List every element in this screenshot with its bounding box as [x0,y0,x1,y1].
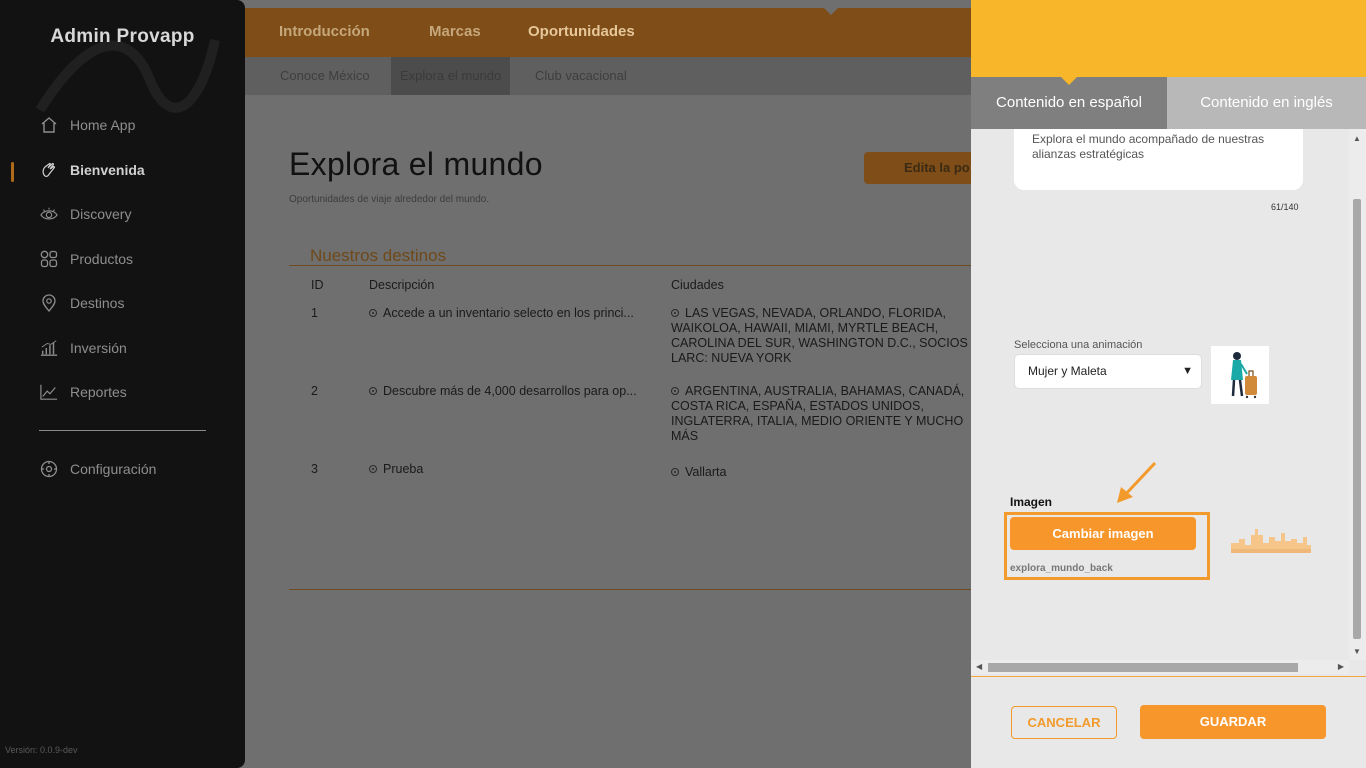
bar-chart-icon [40,339,58,357]
home-icon [40,116,58,134]
horizontal-scrollbar[interactable]: ◀ ▶ [971,660,1349,674]
sidebar-item-label: Destinos [70,295,125,312]
edit-panel: Contenido en español Contenido en inglés… [971,0,1366,768]
cell-descripcion-text: Accede a un inventario selecto en los pr… [383,306,634,320]
cell-id: 3 [311,462,318,476]
subtab-explora-el-mundo[interactable]: Explora el mundo [391,57,511,95]
tab-oportunidades[interactable]: Oportunidades [528,8,635,57]
cell-id: 1 [311,306,318,320]
sidebar: Admin Provapp Home App Bienvenida Discov… [0,0,245,768]
arrow-annotation-icon [1117,461,1157,503]
version-label: Versión: 0.0.9-dev [5,745,78,755]
tab-introduccion[interactable]: Introducción [279,8,370,57]
woman-with-suitcase-icon [1231,352,1257,399]
sidebar-item-destinos[interactable]: Destinos [0,281,245,326]
sidebar-divider [39,430,206,431]
tab-marcas[interactable]: Marcas [429,8,481,57]
skyline-image-preview [1231,529,1311,553]
sidebar-item-bienvenida[interactable]: Bienvenida [0,148,245,193]
subtab-conoce-mexico[interactable]: Conoce México [280,57,370,95]
chevron-down-icon: ▼ [1182,365,1193,377]
column-header-id: ID [311,278,324,292]
cell-ciudades: Vallarta [671,465,971,480]
section-divider [289,265,979,266]
sidebar-item-label: Home App [70,117,136,134]
section-title: Nuestros destinos [310,246,447,265]
animation-select[interactable]: Mujer y Maleta ▼ [1014,354,1202,389]
sidebar-item-configuracion[interactable]: Configuración [0,447,245,492]
sub-navigation: Conoce México Explora el mundo Club vaca… [245,57,975,95]
column-header-descripcion: Descripción [369,278,435,292]
sidebar-item-label: Discovery [70,206,132,223]
bullet-icon [369,465,377,473]
cell-ciudades-text: ARGENTINA, AUSTRALIA, BAHAMAS, CANADÁ, C… [671,384,965,443]
cell-ciudades: LAS VEGAS, NEVADA, ORLANDO, FLORIDA, WAI… [671,306,971,366]
active-tab-caret [823,7,839,15]
section-bottom-divider [289,589,979,590]
bullet-icon [671,468,679,476]
save-button[interactable]: GUARDAR [1140,705,1326,739]
cell-ciudades-text: Vallarta [685,465,727,479]
scroll-up-icon[interactable]: ▲ [1353,134,1361,143]
scroll-left-icon[interactable]: ◀ [976,662,982,671]
subtab-club-vacacional[interactable]: Club vacacional [535,57,627,95]
line-chart-icon [40,383,58,401]
vertical-scrollbar[interactable]: ▲ ▼ [1349,129,1366,660]
grid-icon [40,250,58,268]
page-subtitle: Oportunidades de viaje alrededor del mun… [289,194,490,205]
sidebar-item-home-app[interactable]: Home App [0,103,245,148]
tab-contenido-ingles[interactable]: Contenido en inglés [1167,77,1366,129]
bullet-icon [671,387,679,395]
page-title: Explora el mundo [289,146,543,182]
description-textarea[interactable]: Explora el mundo acompañado de nuestras … [1014,129,1303,190]
sidebar-item-label: Configuración [70,461,157,478]
cancel-button[interactable]: CANCELAR [1011,706,1117,739]
brand-title: Admin Provapp [50,26,195,47]
cell-descripcion-text: Prueba [383,462,424,476]
edit-page-button[interactable]: Edita la po [864,152,984,184]
gear-icon [40,460,58,478]
image-label: Imagen [1010,495,1053,509]
sidebar-item-discovery[interactable]: Discovery [0,192,245,237]
char-counter: 61/140 [1271,202,1299,212]
scroll-right-icon[interactable]: ▶ [1338,662,1344,671]
animation-select-value: Mujer y Maleta [1028,364,1107,378]
sidebar-item-productos[interactable]: Productos [0,237,245,282]
cell-descripcion: Descubre más de 4,000 desarrollos para o… [369,384,649,399]
sidebar-item-label: Bienvenida [70,161,145,178]
horizontal-scroll-thumb[interactable] [988,663,1298,672]
change-image-button[interactable]: Cambiar imagen [1010,517,1196,550]
sidebar-item-reportes[interactable]: Reportes [0,370,245,415]
cell-descripcion: Accede a un inventario selecto en los pr… [369,306,649,321]
bullet-icon [369,309,377,317]
sidebar-settings-group: Configuración [0,447,245,492]
scroll-down-icon[interactable]: ▼ [1353,647,1361,656]
cell-descripcion: Prueba [369,462,649,477]
hand-wave-icon [40,161,58,179]
top-navigation: Introducción Marcas Oportunidades [245,7,975,57]
bullet-icon [671,309,679,317]
location-pin-icon [40,294,58,313]
eye-icon [40,205,58,223]
sidebar-item-label: Productos [70,250,134,267]
cell-id: 2 [311,384,318,398]
cell-ciudades: ARGENTINA, AUSTRALIA, BAHAMAS, CANADÁ, C… [671,384,971,444]
language-tabs: Contenido en español Contenido en inglés [971,77,1366,129]
active-tab-caret [1061,77,1077,85]
sidebar-item-label: Reportes [70,384,127,401]
cell-ciudades-text: LAS VEGAS, NEVADA, ORLANDO, FLORIDA, WAI… [671,306,968,365]
bullet-icon [369,387,377,395]
animation-preview-thumbnail [1211,346,1269,404]
panel-footer-divider [971,676,1366,677]
column-header-ciudades: Ciudades [671,278,724,292]
image-filename: explora_mundo_back [1010,563,1113,574]
vertical-scroll-thumb[interactable] [1353,199,1361,639]
sidebar-nav: Home App Bienvenida Discovery Productos … [0,103,245,415]
panel-header [971,0,1366,77]
sidebar-item-inversion[interactable]: Inversión [0,326,245,371]
cell-descripcion-text: Descubre más de 4,000 desarrollos para o… [383,384,637,398]
animation-label: Selecciona una animación [1014,339,1143,351]
sidebar-item-label: Inversión [70,339,127,356]
panel-form: Explora el mundo acompañado de nuestras … [971,129,1366,674]
